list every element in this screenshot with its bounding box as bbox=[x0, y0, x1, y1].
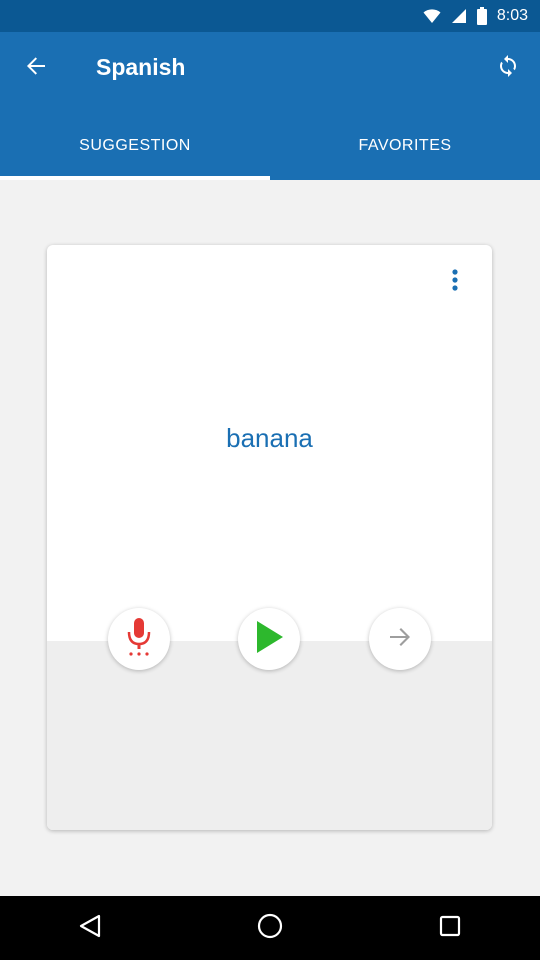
home-circle-icon bbox=[257, 913, 283, 944]
arrow-forward-icon bbox=[388, 625, 412, 654]
refresh-icon bbox=[496, 54, 520, 83]
card-word: banana bbox=[226, 423, 313, 453]
nav-home-button[interactable] bbox=[240, 896, 300, 960]
app-bar: Spanish SUGGESTION FAVORITES bbox=[0, 32, 540, 180]
status-time: 8:03 bbox=[496, 7, 528, 24]
system-nav-bar bbox=[0, 896, 540, 960]
wifi-icon bbox=[423, 8, 441, 24]
arrow-back-icon bbox=[26, 56, 46, 81]
back-button[interactable] bbox=[12, 44, 60, 92]
tab-bar: SUGGESTION FAVORITES bbox=[0, 112, 540, 180]
back-triangle-icon bbox=[79, 914, 101, 943]
status-bar: 8:03 bbox=[0, 0, 540, 32]
status-icons: 8:03 bbox=[423, 0, 528, 32]
tab-suggestion[interactable]: SUGGESTION bbox=[0, 112, 270, 180]
next-button[interactable] bbox=[369, 608, 431, 670]
card-menu-button[interactable] bbox=[442, 267, 468, 297]
nav-back-button[interactable] bbox=[60, 896, 120, 960]
battery-icon bbox=[476, 7, 487, 25]
play-icon bbox=[254, 620, 284, 659]
tab-favorites[interactable]: FAVORITES bbox=[270, 112, 540, 180]
word-card: banana bbox=[47, 245, 492, 830]
play-button[interactable] bbox=[238, 608, 300, 670]
recents-square-icon bbox=[439, 915, 461, 942]
signal-icon bbox=[451, 8, 467, 24]
refresh-button[interactable] bbox=[484, 44, 532, 92]
page-title: Spanish bbox=[96, 54, 186, 80]
nav-recents-button[interactable] bbox=[420, 896, 480, 960]
more-vert-icon bbox=[452, 268, 458, 296]
microphone-button[interactable] bbox=[108, 608, 170, 670]
mic-icon bbox=[125, 617, 153, 662]
